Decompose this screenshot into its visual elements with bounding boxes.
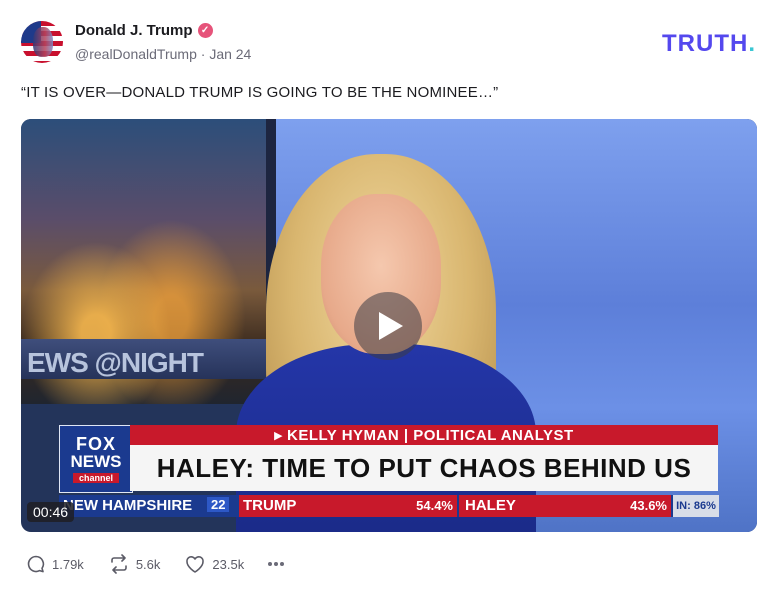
like-icon — [186, 556, 205, 573]
post-text: “IT IS OVER—DONALD TRUMP IS GOING TO BE … — [21, 84, 499, 101]
retruth-button[interactable]: 5.6k — [108, 554, 161, 574]
ticker-candidate2: HALEY 43.6% — [459, 495, 671, 517]
meta-separator: · — [200, 46, 206, 62]
ticker-candidate1: TRUMP 54.4% — [239, 495, 457, 517]
fox-logo-line3: channel — [72, 473, 119, 483]
verified-badge-icon: ✓ — [197, 23, 213, 38]
play-button[interactable] — [354, 292, 422, 360]
reply-icon — [27, 555, 45, 573]
video-player[interactable]: EWS @NIGHT FOX NEWS channel ▸ KELLY HYMA… — [21, 119, 757, 532]
more-dot — [274, 562, 279, 566]
truth-logo[interactable]: TRUTH. — [662, 30, 756, 58]
candidate1-name: TRUMP — [243, 497, 297, 514]
avatar-portrait — [33, 27, 53, 57]
post-date[interactable]: Jan 24 — [209, 46, 251, 62]
fox-logo-line1: FOX — [75, 434, 116, 454]
retruth-count: 5.6k — [135, 556, 161, 572]
post-meta: @realDonaldTrump · Jan 24 — [75, 46, 251, 62]
logo-text: TRUTH — [662, 30, 749, 57]
video-duration: 00:46 — [27, 502, 75, 522]
play-icon — [378, 312, 403, 340]
retruth-icon — [111, 554, 127, 574]
like-button[interactable]: 23.5k — [184, 554, 244, 574]
more-icon[interactable] — [268, 562, 285, 566]
candidate2-name: HALEY — [465, 497, 516, 514]
author-name-row: Donald J. Trump ✓ — [75, 22, 213, 39]
fox-logo-line2: NEWS — [70, 452, 122, 471]
candidate1-pct: 54.4% — [416, 498, 453, 513]
fox-news-logo: FOX NEWS channel — [59, 425, 133, 493]
logo-dot: . — [748, 30, 756, 57]
more-dot — [280, 562, 285, 566]
chyron-headline: HALEY: TIME TO PUT CHAOS BEHIND US — [130, 445, 718, 491]
chyron-name-bar: ▸ KELLY HYMAN | POLITICAL ANALYST — [130, 425, 718, 445]
ticker-state: NEW HAMPSHIRE — [63, 497, 193, 514]
post-actions: 1.79k 5.6k 23.5k — [26, 554, 285, 574]
results-ticker: NEW HAMPSHIRE 22 TRUMP 54.4% HALEY 43.6%… — [59, 495, 719, 517]
author-handle[interactable]: @realDonaldTrump — [75, 46, 197, 62]
author-avatar[interactable] — [21, 21, 63, 63]
candidate2-pct: 43.6% — [630, 498, 667, 513]
show-overlay-text: EWS @NIGHT — [27, 347, 204, 378]
like-count: 23.5k — [212, 556, 245, 572]
ticker-reporting: IN: 86% — [673, 495, 719, 517]
more-dot — [268, 562, 273, 566]
reply-button[interactable]: 1.79k — [26, 554, 84, 574]
ticker-delegates: 22 — [207, 497, 230, 512]
author-name[interactable]: Donald J. Trump — [75, 22, 193, 39]
reply-count: 1.79k — [52, 556, 84, 572]
